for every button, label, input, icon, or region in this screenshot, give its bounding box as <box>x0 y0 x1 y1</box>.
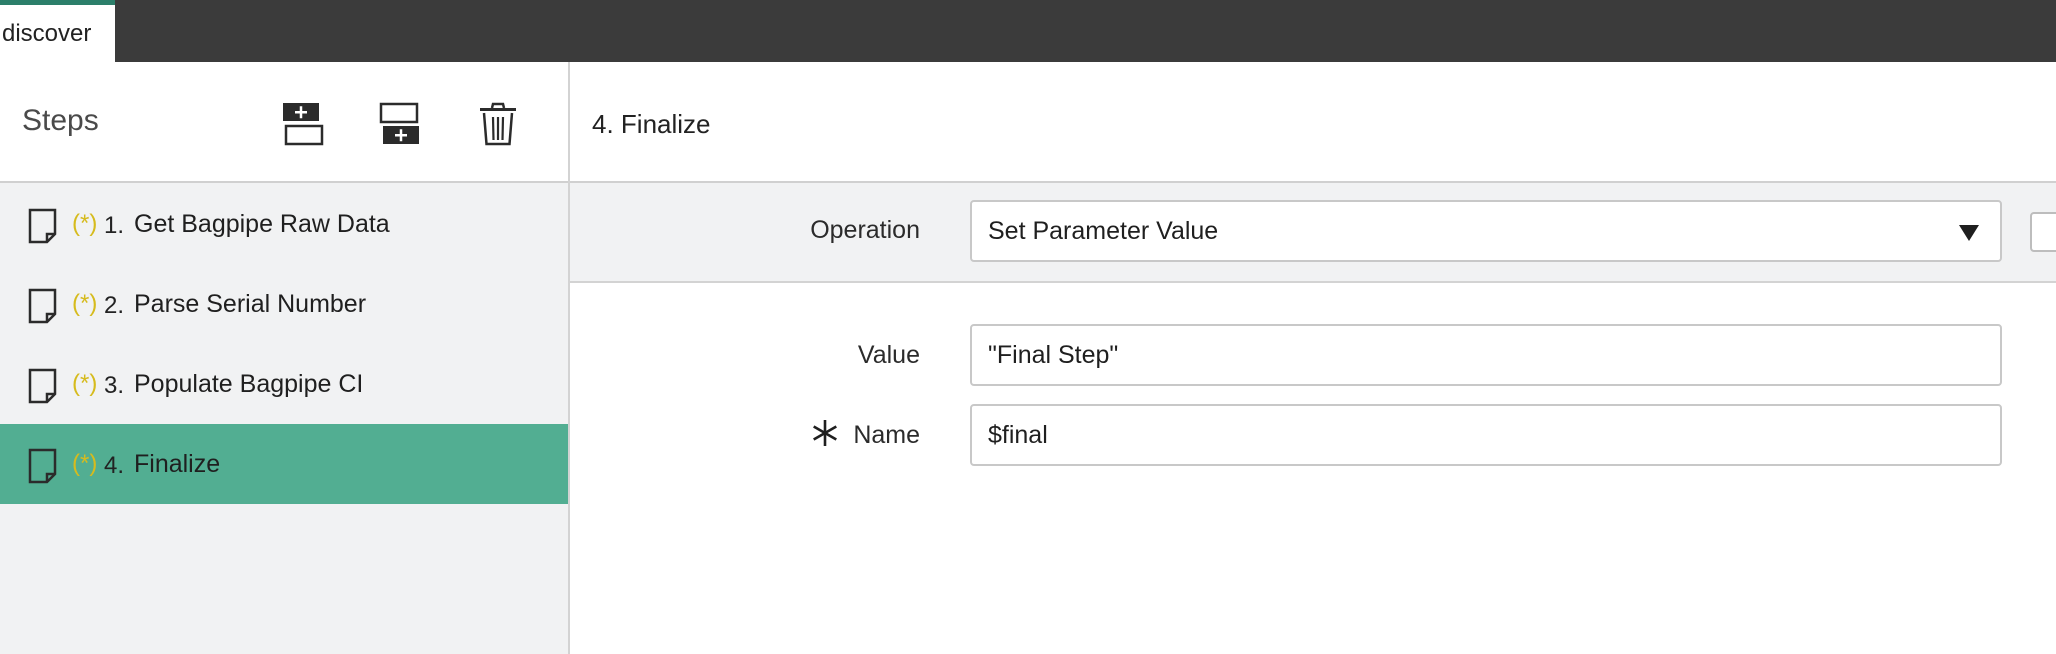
step-item-2[interactable]: (*) 2. Parse Serial Number <box>0 264 568 344</box>
step-number: 4. <box>104 452 125 479</box>
document-icon <box>28 288 58 324</box>
step-label: Finalize <box>134 450 221 478</box>
operation-row: Operation Set Parameter Value <box>570 183 2056 283</box>
name-label: Name <box>853 421 920 449</box>
top-tab-bar: discover <box>0 0 2056 62</box>
steps-panel-header: Steps <box>0 62 568 183</box>
step-title: 4. Finalize <box>592 109 711 139</box>
steps-panel: Steps (*) 1. Get Bagpipe Raw Data (*) 2.… <box>0 62 570 654</box>
step-label: Populate Bagpipe CI <box>134 370 364 398</box>
insert-step-below-icon <box>379 102 419 144</box>
name-field[interactable] <box>970 404 2002 466</box>
value-field[interactable] <box>970 324 2002 386</box>
step-item-1[interactable]: (*) 1. Get Bagpipe Raw Data <box>0 184 568 264</box>
modified-marker: (*) <box>72 210 98 237</box>
operation-extra-button[interactable] <box>2030 212 2056 252</box>
modified-marker: (*) <box>72 450 98 477</box>
step-number: 2. <box>104 292 125 319</box>
tab-discover[interactable]: discover <box>0 0 115 62</box>
step-item-3[interactable]: (*) 3. Populate Bagpipe CI <box>0 344 568 424</box>
insert-step-above-button[interactable] <box>281 100 329 148</box>
dropdown-arrow-icon <box>1959 225 1979 241</box>
step-item-4[interactable]: (*) 4. Finalize <box>0 424 568 504</box>
modified-marker: (*) <box>72 290 98 317</box>
value-label: Value <box>857 341 920 369</box>
step-label: Parse Serial Number <box>134 290 367 318</box>
step-number: 3. <box>104 372 125 399</box>
operation-value: Set Parameter Value <box>988 217 1219 245</box>
step-detail-panel: 4. Finalize Operation Set Parameter Valu… <box>570 62 2056 654</box>
insert-step-below-button[interactable] <box>378 100 426 148</box>
trash-icon <box>480 102 516 146</box>
insert-step-above-icon <box>283 103 324 146</box>
operation-select[interactable]: Set Parameter Value <box>970 200 2002 262</box>
step-detail-header: 4. Finalize <box>570 62 2056 183</box>
step-list: (*) 1. Get Bagpipe Raw Data (*) 2. Parse… <box>0 184 568 504</box>
step-number: 1. <box>104 212 125 239</box>
operation-label: Operation <box>810 216 920 244</box>
document-icon <box>28 448 58 484</box>
step-label: Get Bagpipe Raw Data <box>134 210 390 238</box>
modified-marker: (*) <box>72 370 98 397</box>
document-icon <box>28 208 58 244</box>
document-icon <box>28 368 58 404</box>
delete-step-button[interactable] <box>474 100 522 148</box>
steps-title: Steps <box>22 104 99 137</box>
